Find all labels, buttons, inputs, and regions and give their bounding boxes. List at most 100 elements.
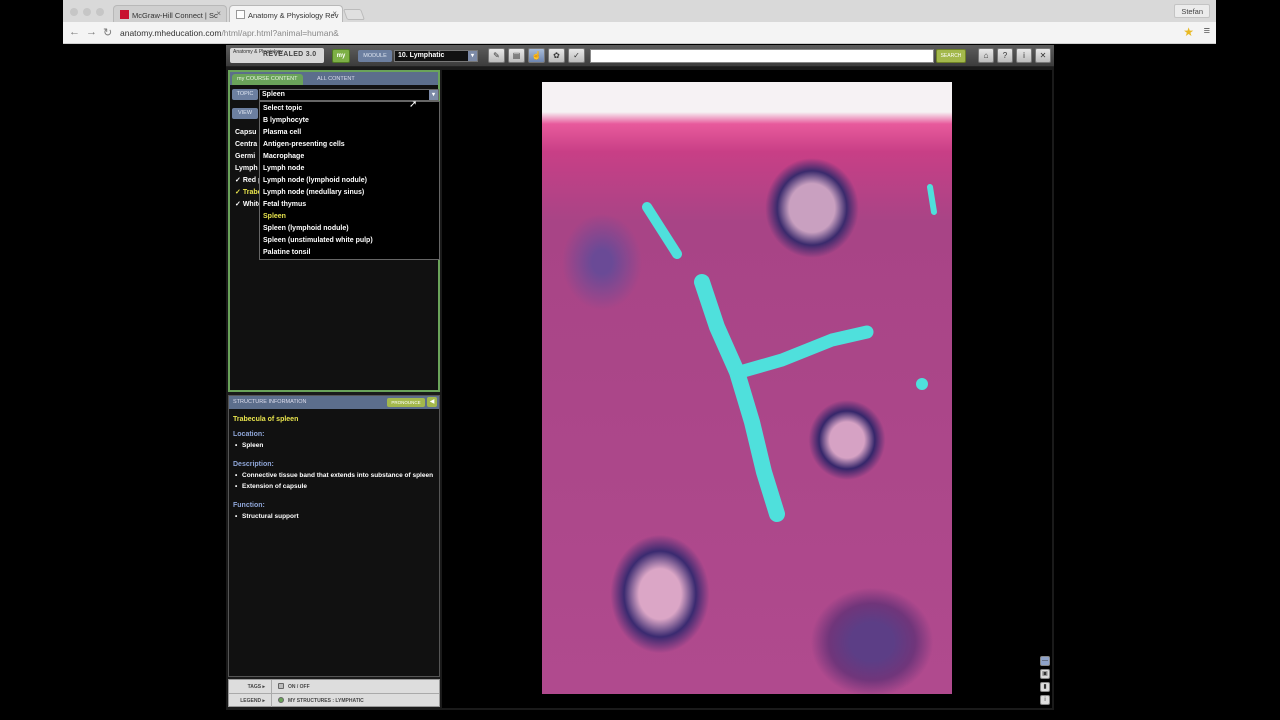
pencil-icon[interactable]: ✎ xyxy=(488,48,505,63)
trabecula-segment[interactable] xyxy=(733,325,874,379)
forward-arrow-icon[interactable]: → xyxy=(86,26,97,38)
panel-footer: TAGS ▸ ON / OFF LEGEND ▸ MY STRUCTURES :… xyxy=(228,679,440,707)
pronounce-button[interactable]: PRONOUNCE xyxy=(387,398,425,407)
topic-option[interactable]: Lymph node xyxy=(260,163,439,175)
browser-toolbar: ← → ↻ anatomy.mheducation.com/html/apr.h… xyxy=(63,22,1216,44)
speaker-icon[interactable]: ◀ xyxy=(427,397,437,407)
zoom-icon[interactable]: — xyxy=(1040,656,1050,666)
module-select[interactable]: 10. Lymphatic ▾ xyxy=(394,50,478,62)
topic-option[interactable]: Spleen (lymphoid nodule) xyxy=(260,223,439,235)
topic-label: TOPIC xyxy=(232,89,258,100)
tab-title: McGraw-Hill Connect | Sc xyxy=(132,11,218,20)
browser-window: McGraw-Hill Connect | Sc × Anatomy & Phy… xyxy=(63,0,1216,44)
topic-option[interactable]: Antigen-presenting cells xyxy=(260,139,439,151)
trabecula-segment[interactable] xyxy=(694,274,785,522)
structure-information-panel: STRUCTURE INFORMATION PRONOUNCE ◀ Trabec… xyxy=(228,395,440,677)
content-panel: my COURSE CONTENT ALL CONTENT TOPIC VIEW… xyxy=(228,70,440,392)
pointer-icon[interactable]: ☝ xyxy=(528,48,545,63)
tags-toggle-icon[interactable] xyxy=(278,683,284,689)
print-icon[interactable]: ▣ xyxy=(1040,669,1050,679)
topic-option[interactable]: Spleen (unstimulated white pulp) xyxy=(260,235,439,247)
page-favicon-icon xyxy=(236,10,245,19)
content-tabs: my COURSE CONTENT ALL CONTENT xyxy=(230,72,438,85)
trabecula-segment[interactable] xyxy=(642,202,682,259)
layers-icon[interactable]: ▤ xyxy=(508,48,525,63)
browser-menu-icon[interactable]: ≡ xyxy=(1204,25,1210,37)
legend-value[interactable]: MY STRUCTURES : LYMPHATIC xyxy=(288,698,364,704)
bookmark-star-icon[interactable]: ★ xyxy=(1183,25,1194,39)
lock-icon[interactable]: ▮ xyxy=(1040,682,1050,692)
description-item: Extension of capsule xyxy=(233,481,439,492)
structure-label: Lymph xyxy=(235,165,258,172)
structure-label: Capsu xyxy=(235,129,257,136)
tab-my-course-content[interactable]: my COURSE CONTENT xyxy=(232,74,303,85)
module-label: MODULE xyxy=(358,50,392,62)
topic-option[interactable]: Lymph node (lymphoid nodule) xyxy=(260,175,439,187)
check-icon: ✓ xyxy=(235,201,241,208)
apr-app: Anatomy & Physiology REVEALED 3.0 my MOD… xyxy=(226,45,1054,710)
url-path: /html/apr.html?animal=human& xyxy=(221,28,339,38)
topic-option[interactable]: Palatine tonsil xyxy=(260,247,439,259)
search-input[interactable] xyxy=(590,49,934,63)
divider xyxy=(271,694,272,707)
back-arrow-icon[interactable]: ← xyxy=(69,26,80,38)
close-tab-icon[interactable]: × xyxy=(216,9,221,18)
trabecula-segment[interactable] xyxy=(927,184,937,215)
legend-label-text: LEGEND xyxy=(240,698,262,704)
tags-label-text: TAGS xyxy=(247,684,262,690)
chevron-down-icon: ▾ xyxy=(468,51,477,61)
chevron-down-icon: ▾ xyxy=(429,90,438,100)
topic-option-selected[interactable]: Spleen xyxy=(260,211,439,223)
tab-anatomy-physiology[interactable]: Anatomy & Physiology Rev × xyxy=(229,5,343,22)
paw-icon[interactable]: ✿ xyxy=(548,48,565,63)
view-label: VIEW xyxy=(232,108,258,119)
trabecula-segment[interactable] xyxy=(916,378,928,390)
profile-button[interactable]: Stefan xyxy=(1174,4,1210,18)
app-header: Anatomy & Physiology REVEALED 3.0 my MOD… xyxy=(226,45,1054,67)
divider xyxy=(271,680,272,693)
tab-mcgraw-hill-connect[interactable]: McGraw-Hill Connect | Sc × xyxy=(113,5,227,22)
topic-option[interactable]: Fetal thymus xyxy=(260,199,439,211)
legend-dot-icon xyxy=(278,697,284,703)
tags-label[interactable]: TAGS ▸ xyxy=(235,684,265,690)
close-tab-icon[interactable]: × xyxy=(332,9,337,18)
quiz-check-icon[interactable]: ✓ xyxy=(568,48,585,63)
new-tab-button[interactable] xyxy=(342,9,366,20)
topic-option[interactable]: Macrophage xyxy=(260,151,439,163)
maximize-window-icon[interactable] xyxy=(96,8,104,16)
minimize-window-icon[interactable] xyxy=(83,8,91,16)
app-logo: Anatomy & Physiology REVEALED 3.0 xyxy=(230,48,324,63)
tags-row: TAGS ▸ ON / OFF xyxy=(229,680,439,693)
tab-all-content[interactable]: ALL CONTENT xyxy=(312,74,360,85)
description-heading: Description: xyxy=(233,461,274,468)
address-bar[interactable]: anatomy.mheducation.com/html/apr.html?an… xyxy=(120,25,1194,41)
info-icon[interactable]: i xyxy=(1016,48,1032,63)
tags-value[interactable]: ON / OFF xyxy=(288,684,310,690)
search-button[interactable]: SEARCH xyxy=(936,49,966,63)
structure-label: Germi xyxy=(235,153,256,160)
close-window-icon[interactable] xyxy=(70,8,78,16)
topic-value: Spleen xyxy=(262,91,285,98)
topic-option[interactable]: Plasma cell xyxy=(260,127,439,139)
mouse-cursor-icon: ➚ xyxy=(409,99,418,110)
tab-strip: McGraw-Hill Connect | Sc × Anatomy & Phy… xyxy=(63,0,1216,22)
help-icon[interactable]: ? xyxy=(997,48,1013,63)
structure-title: Trabecula of spleen xyxy=(233,416,299,423)
my-button[interactable]: my xyxy=(332,49,350,63)
trabecula-highlight[interactable] xyxy=(542,82,952,694)
home-icon[interactable]: ⌂ xyxy=(978,48,994,63)
image-viewer[interactable]: — ▣ ▮ i xyxy=(442,70,1052,708)
info-small-icon[interactable]: i xyxy=(1040,695,1050,705)
topic-dropdown-list: Select topic B lymphocyte Plasma cell An… xyxy=(259,101,440,260)
logo-title: REVEALED 3.0 xyxy=(263,51,317,58)
close-icon[interactable]: ✕ xyxy=(1035,48,1051,63)
legend-label[interactable]: LEGEND ▸ xyxy=(235,698,265,704)
info-body: Trabecula of spleen Location: Spleen Des… xyxy=(233,416,439,522)
topic-option[interactable]: Lymph node (medullary sinus) xyxy=(260,187,439,199)
reload-icon[interactable]: ↻ xyxy=(103,26,112,39)
module-value: 10. Lymphatic xyxy=(398,52,445,59)
structure-label: Centra xyxy=(235,141,258,148)
topic-option[interactable]: B lymphocyte xyxy=(260,115,439,127)
location-item: Spleen xyxy=(233,440,439,451)
spleen-histology-image[interactable] xyxy=(542,82,952,694)
